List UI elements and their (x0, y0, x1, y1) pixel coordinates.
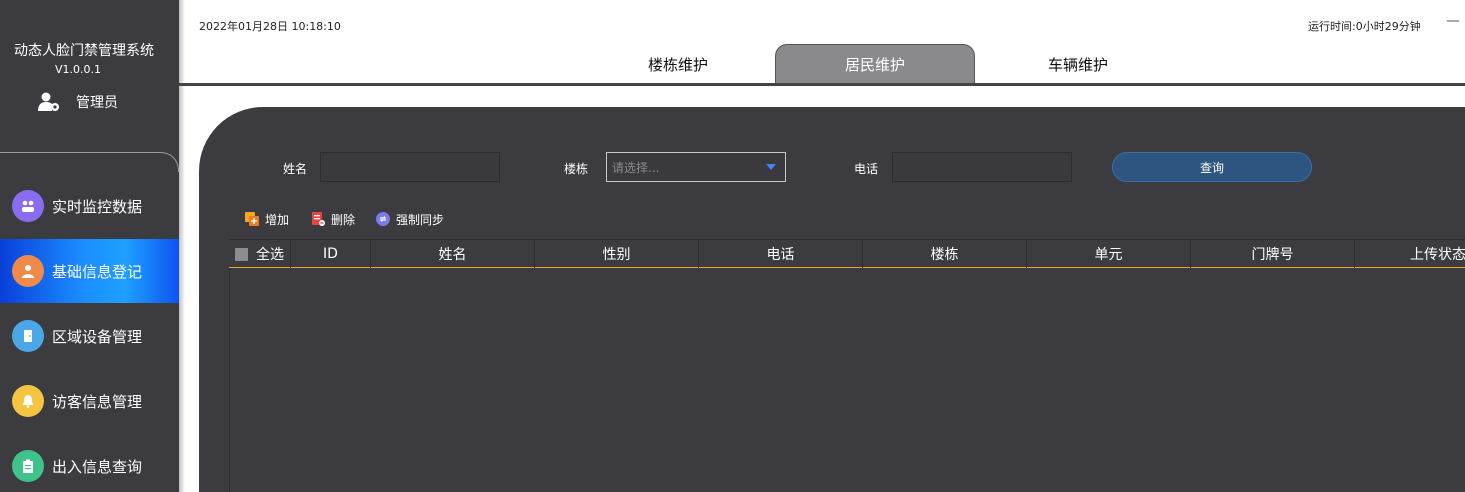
tab-vehicle-maintenance[interactable]: 车辆维护 (978, 44, 1178, 84)
menu-item-label: 实时监控数据 (52, 197, 143, 216)
force-sync-button[interactable]: 强制同步 (376, 210, 444, 228)
app-window: 动态人脸门禁管理系统 V1.0.0.1 管理员 实时监控数据 基础信息登记 区域… (0, 0, 1465, 492)
menu-item-label: 访客信息管理 (52, 392, 143, 411)
menu-item-label: 基础信息登记 (52, 262, 143, 281)
tab-label: 楼栋维护 (647, 55, 708, 74)
add-button[interactable]: 增加 (245, 210, 289, 228)
tab-resident-maintenance[interactable]: 居民维护 (775, 44, 975, 84)
tab-building-maintenance[interactable]: 楼栋维护 (578, 44, 778, 84)
sidebar: 动态人脸门禁管理系统 V1.0.0.1 管理员 实时监控数据 基础信息登记 区域… (0, 0, 179, 492)
resident-panel: 姓名 楼栋 请选择... 电话 查询 增加 删除 强制同步 全选 ID 姓名 性… (199, 107, 1465, 492)
sync-icon (376, 212, 390, 226)
column-header-door-number[interactable]: 门牌号 (1191, 240, 1355, 268)
person-icon (12, 255, 44, 287)
table-header: 全选 ID 姓名 性别 电话 楼栋 单元 门牌号 上传状态 (229, 239, 1465, 268)
menu-item-label: 区域设备管理 (52, 327, 143, 346)
phone-input[interactable] (892, 152, 1072, 182)
column-header-building[interactable]: 楼栋 (863, 240, 1027, 268)
building-label: 楼栋 (564, 162, 589, 176)
current-datetime: 2022年01月28日 10:18:10 (199, 20, 341, 33)
add-label: 增加 (265, 212, 290, 227)
menu-item-visitor-management[interactable]: 访客信息管理 (0, 369, 179, 433)
name-label: 姓名 (283, 162, 308, 176)
building-placeholder: 请选择... (612, 160, 660, 175)
bell-icon (12, 385, 44, 417)
column-header-gender[interactable]: 性别 (535, 240, 699, 268)
sidebar-shadow (179, 0, 185, 492)
delete-icon (312, 212, 325, 226)
table-body (229, 268, 1465, 492)
menu-item-label: 出入信息查询 (52, 457, 143, 476)
menu-item-basic-info-registration[interactable]: 基础信息登记 (0, 239, 179, 303)
select-all-header[interactable]: 全选 (229, 240, 291, 268)
tab-underline (179, 83, 1465, 86)
clipboard-icon (12, 450, 44, 482)
phone-label: 电话 (854, 162, 879, 176)
query-button[interactable]: 查询 (1112, 152, 1312, 182)
sync-label: 强制同步 (396, 212, 445, 227)
app-title: 动态人脸门禁管理系统 (14, 43, 154, 59)
name-input[interactable] (320, 152, 500, 182)
column-header-unit[interactable]: 单元 (1027, 240, 1191, 268)
delete-label: 删除 (331, 212, 356, 227)
menu-divider (0, 152, 179, 172)
user-info[interactable]: 管理员 (38, 90, 118, 114)
delete-button[interactable]: 删除 (311, 210, 355, 228)
user-name: 管理员 (76, 95, 118, 111)
tab-label: 居民维护 (844, 56, 905, 74)
user-gear-icon (38, 92, 59, 111)
menu-item-realtime-monitoring[interactable]: 实时监控数据 (0, 174, 179, 238)
door-icon (12, 320, 44, 352)
add-icon (245, 212, 259, 226)
runtime-display: 运行时间:0小时29分钟 (1308, 20, 1421, 33)
app-version: V1.0.0.1 (54, 63, 101, 76)
dropdown-arrow-icon (766, 164, 776, 170)
menu-item-access-records-query[interactable]: 出入信息查询 (0, 434, 179, 492)
column-header-name[interactable]: 姓名 (371, 240, 535, 268)
select-all-checkbox[interactable] (235, 247, 248, 261)
tab-label: 车辆维护 (1047, 55, 1108, 74)
menu-item-area-device-management[interactable]: 区域设备管理 (0, 304, 179, 368)
column-header-id[interactable]: ID (291, 240, 371, 268)
people-group-icon (12, 190, 44, 222)
minimize-button[interactable]: — (1446, 13, 1460, 29)
column-header-upload-status[interactable]: 上传状态 (1355, 240, 1465, 268)
building-select[interactable]: 请选择... (606, 152, 786, 182)
column-header: 全选 (256, 247, 284, 263)
column-header-phone[interactable]: 电话 (699, 240, 863, 268)
